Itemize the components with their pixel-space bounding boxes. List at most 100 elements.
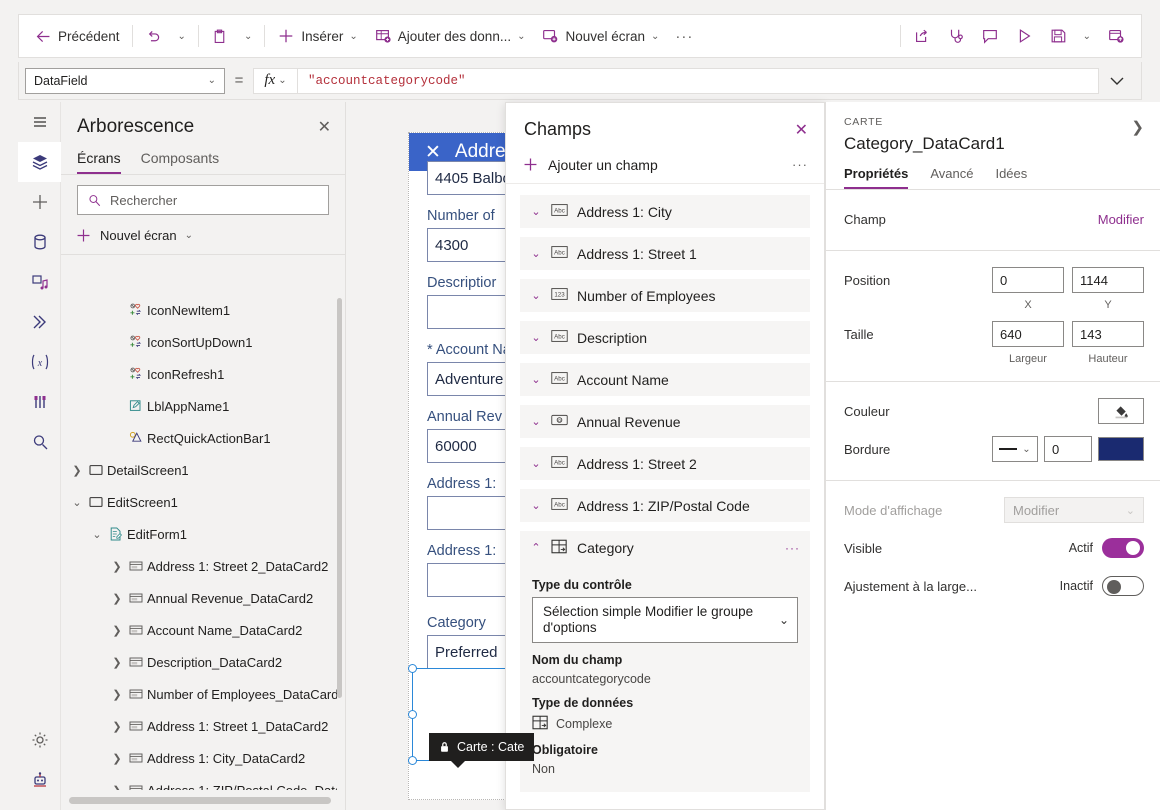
property-selector[interactable]: DataField ⌄ <box>25 67 225 94</box>
field-row[interactable]: ⌄ Abc Address 1: City <box>520 195 810 228</box>
paste-button[interactable] <box>203 20 236 52</box>
tree-node[interactable]: ❯ Address 1: ZIP/Postal Code_DataCarc <box>61 774 345 790</box>
formula-input-wrapper[interactable]: fx ⌄ "accountcategorycode" <box>253 67 1099 94</box>
new-screen-button[interactable]: Nouvel écran ⌄ <box>533 20 667 52</box>
back-button[interactable]: Précédent <box>27 20 128 52</box>
settings-button[interactable] <box>18 720 61 760</box>
flows-panel-button[interactable] <box>18 302 61 342</box>
chevron-down-icon[interactable]: ⌄ <box>530 247 542 260</box>
tab-ecrans[interactable]: Écrans <box>77 144 121 174</box>
chevron-right-icon[interactable]: ❯ <box>109 592 125 605</box>
field-row[interactable]: ⌄ 123 Number of Employees <box>520 279 810 312</box>
publish-button[interactable] <box>1099 20 1133 52</box>
position-x-input[interactable]: 0 <box>992 267 1064 293</box>
resize-handle[interactable] <box>408 664 417 673</box>
chevron-right-icon[interactable]: ❯ <box>109 560 125 573</box>
tree-node[interactable]: ⌄ EditScreen1 <box>61 486 345 518</box>
tree-node[interactable]: IconNewItem1 <box>61 294 345 326</box>
field-row[interactable]: ⌄ 0 Annual Revenue <box>520 405 810 438</box>
tree-node[interactable]: IconRefresh1 <box>61 358 345 390</box>
comments-button[interactable] <box>973 20 1007 52</box>
add-field-button[interactable]: Ajouter un champ ··· <box>506 150 824 184</box>
tree-vertical-scrollbar[interactable] <box>337 298 342 698</box>
formula-input[interactable]: "accountcategorycode" <box>298 74 466 88</box>
more-commands-button[interactable]: ··· <box>667 20 701 52</box>
chevron-down-icon[interactable]: ⌄ <box>530 373 542 386</box>
position-y-input[interactable]: 1144 <box>1072 267 1144 293</box>
close-icon[interactable]: ✕ <box>795 120 808 140</box>
app-checker-button[interactable] <box>939 20 973 52</box>
tree-node[interactable]: ❯ DetailScreen1 <box>61 454 345 486</box>
autowrap-toggle[interactable] <box>1102 576 1144 596</box>
field-row[interactable]: ⌄ Abc Account Name <box>520 363 810 396</box>
resize-handle[interactable] <box>408 710 417 719</box>
tree-node[interactable]: ❯ Annual Revenue_DataCard2 <box>61 582 345 614</box>
tab-avance[interactable]: Avancé <box>930 166 973 189</box>
visible-toggle[interactable] <box>1102 538 1144 558</box>
tree-node[interactable]: ❯ Description_DataCard2 <box>61 646 345 678</box>
variables-panel-button[interactable]: x <box>18 342 61 382</box>
add-data-button[interactable]: Ajouter des donn... ⌄ <box>366 20 534 52</box>
expand-formula-bar-button[interactable] <box>1099 71 1135 91</box>
share-button[interactable] <box>905 20 939 52</box>
field-row-more-icon[interactable]: ··· <box>785 541 800 555</box>
chevron-down-icon[interactable]: ⌄ <box>530 499 542 512</box>
chevron-right-icon[interactable]: ❯ <box>109 752 125 765</box>
control-type-select[interactable]: Sélection simple Modifier le groupe d'op… <box>532 597 798 643</box>
hamburger-menu-button[interactable] <box>18 102 61 142</box>
field-row[interactable]: ⌄ Abc Address 1: ZIP/Postal Code <box>520 489 810 522</box>
chevron-right-icon[interactable]: ❯ <box>1131 118 1144 136</box>
tree-node[interactable]: ⌄ EditForm1 <box>61 518 345 550</box>
chevron-right-icon[interactable]: ❯ <box>109 688 125 701</box>
tab-proprietes[interactable]: Propriétés <box>844 166 909 189</box>
tree-node[interactable]: RectQuickActionBar1 <box>61 422 345 454</box>
copilot-button[interactable] <box>18 760 61 800</box>
chevron-down-icon[interactable]: ⌄ <box>530 289 542 302</box>
border-width-input[interactable]: 0 <box>1044 436 1092 462</box>
chevron-right-icon[interactable]: ❯ <box>69 464 85 477</box>
new-screen-tree-button[interactable]: Nouvel écran ⌄ <box>61 219 345 255</box>
edit-field-link[interactable]: Modifier <box>1098 212 1144 227</box>
save-button[interactable] <box>1041 20 1075 52</box>
tab-composants[interactable]: Composants <box>141 144 220 174</box>
chevron-right-icon[interactable]: ❯ <box>109 784 125 791</box>
media-panel-button[interactable] <box>18 262 61 302</box>
chevron-down-icon[interactable]: ⌄ <box>530 457 542 470</box>
field-row[interactable]: ⌄ Abc Description <box>520 321 810 354</box>
chevron-right-icon[interactable]: ❯ <box>109 720 125 733</box>
preview-button[interactable] <box>1007 20 1041 52</box>
close-icon[interactable]: ✕ <box>318 117 331 137</box>
tree-view-button[interactable] <box>18 142 61 182</box>
chevron-down-icon[interactable]: ⌄ <box>530 205 542 218</box>
color-picker-button[interactable] <box>1098 398 1144 424</box>
resize-handle[interactable] <box>408 756 417 765</box>
tree-horizontal-scrollbar[interactable] <box>69 797 331 804</box>
chevron-up-icon[interactable]: ⌃ <box>530 541 542 554</box>
undo-dropdown[interactable]: ⌄ <box>170 20 194 52</box>
data-panel-button[interactable] <box>18 222 61 262</box>
border-style-select[interactable]: ⌄ <box>992 436 1038 462</box>
tree-node[interactable]: ❯ Account Name_DataCard2 <box>61 614 345 646</box>
chevron-down-icon[interactable]: ⌄ <box>69 496 85 509</box>
paste-dropdown[interactable]: ⌄ <box>236 20 260 52</box>
save-dropdown[interactable]: ⌄ <box>1075 20 1099 52</box>
chevron-down-icon[interactable]: ⌄ <box>530 415 542 428</box>
chevron-right-icon[interactable]: ❯ <box>109 624 125 637</box>
border-color-swatch[interactable] <box>1098 437 1144 461</box>
tree-node[interactable]: ❯ Address 1: City_DataCard2 <box>61 742 345 774</box>
tree-node[interactable]: ❯ Address 1: Street 2_DataCard2 <box>61 550 345 582</box>
height-input[interactable]: 143 <box>1072 321 1144 347</box>
field-row[interactable]: ⌄ Abc Address 1: Street 1 <box>520 237 810 270</box>
search-input[interactable]: Rechercher <box>77 185 329 215</box>
fx-button[interactable]: fx ⌄ <box>254 68 298 93</box>
tab-idees[interactable]: Idées <box>995 166 1027 189</box>
width-input[interactable]: 640 <box>992 321 1064 347</box>
field-row[interactable]: ⌄ Abc Address 1: Street 2 <box>520 447 810 480</box>
tree-node[interactable]: IconSortUpDown1 <box>61 326 345 358</box>
tree-node[interactable]: ❯ Address 1: Street 1_DataCard2 <box>61 710 345 742</box>
tree-node[interactable]: ❯ Number of Employees_DataCard2 <box>61 678 345 710</box>
chevron-down-icon[interactable]: ⌄ <box>530 331 542 344</box>
field-row[interactable]: ⌃ Category ··· <box>520 531 810 564</box>
chevron-down-icon[interactable]: ⌄ <box>89 528 105 541</box>
tools-panel-button[interactable] <box>18 382 61 422</box>
